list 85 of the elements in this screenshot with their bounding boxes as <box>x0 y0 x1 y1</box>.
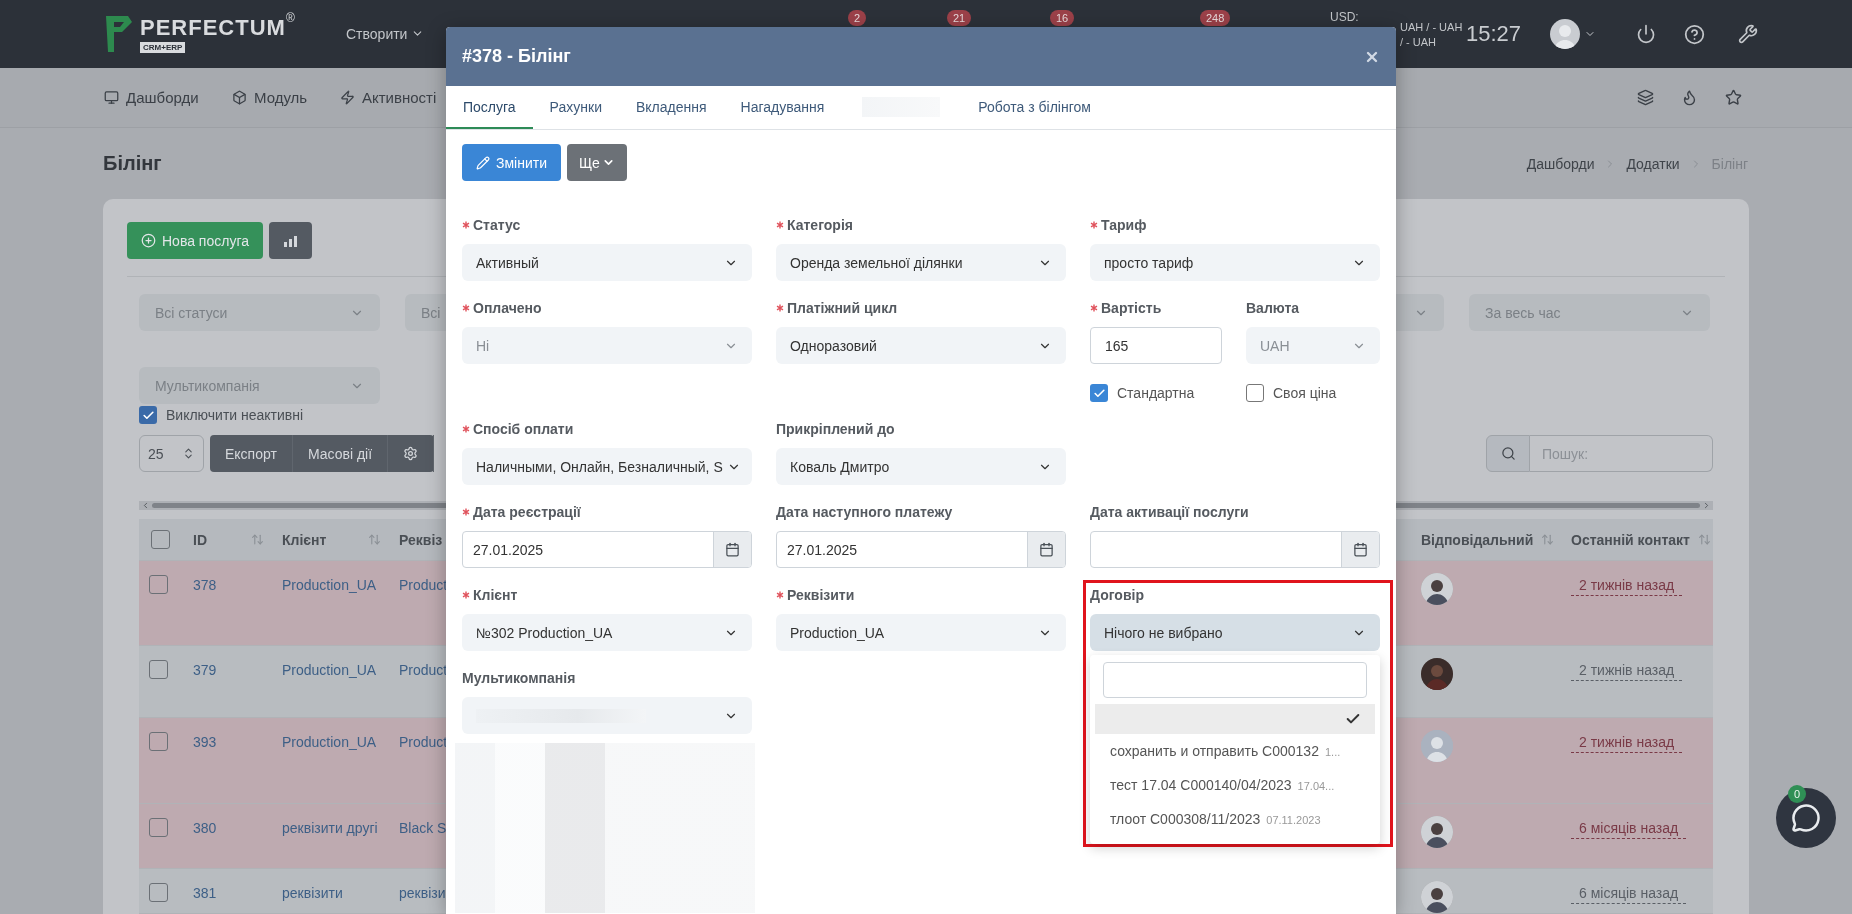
select-field[interactable]: №302 Production_UA <box>462 614 752 651</box>
last-contact-link[interactable]: 6 місяців назад <box>1571 883 1687 904</box>
table-cell-text: Product <box>399 733 448 752</box>
table-cell-text: Product <box>399 576 448 595</box>
page-size-select[interactable]: 25 <box>139 435 204 472</box>
logo-text: PERFECTUM <box>140 15 286 41</box>
select-field[interactable]: просто тариф <box>1090 244 1380 281</box>
dropdown-option[interactable]: тлоот С000308/11/2023 07.11.2023 <box>1095 802 1375 836</box>
field-label: Клієнт <box>462 585 752 605</box>
clock-time: 15:27 <box>1466 20 1523 48</box>
table-cell-text: реквізити другі <box>282 819 378 838</box>
last-contact-link[interactable]: 2 тижнів назад <box>1571 732 1683 753</box>
field-label: Валюта <box>1246 299 1301 318</box>
select-field[interactable]: Наличными, Онлайн, Безналичный, S <box>462 448 752 485</box>
last-contact-link[interactable]: 2 тижнів назад <box>1571 575 1683 596</box>
table-cell-text: Product <box>399 661 448 680</box>
select-field[interactable]: Оренда земельної ділянки <box>776 244 1066 281</box>
tab[interactable]: Нагадування <box>723 86 842 129</box>
field-label: Реквізити <box>776 585 1066 605</box>
dropdown-option[interactable]: тест 17.04 С000140/04/2023 17.04... <box>1095 768 1375 802</box>
currency-label: USD: <box>1330 10 1360 25</box>
table-cell-text: 393 <box>193 733 217 752</box>
field-label: Дата реєстрації <box>462 502 752 522</box>
table-cell-text: Production_UA <box>282 576 377 595</box>
field-label: Дата активації послуги <box>1090 503 1250 522</box>
field-label: Оплачено <box>462 298 752 318</box>
field-label: Категорія <box>776 215 1066 235</box>
notification-badge: 16 <box>1050 10 1075 26</box>
table-cell-text: 378 <box>193 576 217 595</box>
nav-item[interactable]: Дашборди <box>104 89 232 106</box>
currency-rate: UAH / - UAH <box>1400 20 1464 35</box>
notification-badge: 2 <box>848 10 867 26</box>
field-label: Платіжний цикл <box>776 298 1066 318</box>
currency-rate: / - UAH <box>1400 35 1438 50</box>
field-label: Статус <box>462 215 752 235</box>
page-title: Білінг <box>103 152 162 175</box>
select-field[interactable]: Нічого не вибрано <box>1090 614 1380 651</box>
create-menu[interactable]: Створити <box>346 25 848 43</box>
tab[interactable]: Рахунки <box>532 86 619 129</box>
breadcrumb-link[interactable]: Додатки <box>1626 155 1680 172</box>
select-field[interactable]: Одноразовий <box>776 327 1066 364</box>
field-label: Тариф <box>1090 215 1380 235</box>
select-field[interactable]: Коваль Дмитро <box>776 448 1066 485</box>
field-label: Вартість <box>1090 298 1222 318</box>
table-cell-text: Production_UA <box>282 733 377 752</box>
breadcrumb-link[interactable]: Дашборди <box>1526 155 1595 172</box>
field-label: Договір <box>1090 586 1145 605</box>
select-field[interactable]: Production_UA <box>776 614 1066 651</box>
field-label: Мультикомпанія <box>462 669 577 688</box>
logo-subtitle: CRM+ERP <box>140 42 186 53</box>
checkbox-label[interactable]: Стандартна <box>1090 384 1222 402</box>
notification-badge: 21 <box>947 10 972 26</box>
date-field[interactable]: 27.01.2025 <box>462 531 752 568</box>
last-contact-link[interactable]: 6 місяців назад <box>1571 818 1687 839</box>
input-field[interactable]: 165 <box>1090 327 1222 364</box>
tab[interactable]: Робота з білінгом <box>961 86 1108 129</box>
table-cell-text: реквізи <box>399 884 446 903</box>
table-cell-text: 380 <box>193 819 217 838</box>
field-label: Дата наступного платежу <box>776 503 954 522</box>
notification-badge: 248 <box>1200 10 1231 26</box>
select-field[interactable]: Активный <box>462 244 752 281</box>
toolbar-button[interactable]: Масові дії <box>292 435 389 472</box>
chat-badge: 0 <box>1788 785 1806 803</box>
nav-item[interactable]: Модуль <box>232 89 340 106</box>
tab[interactable]: Вкладення <box>618 86 724 129</box>
tab[interactable]: Послуга <box>446 86 533 129</box>
dropdown-option[interactable]: сохранить и отправить С000132 1... <box>1095 734 1375 768</box>
more-button[interactable]: Ще <box>567 144 627 181</box>
table-cell-text: реквізити <box>282 884 343 903</box>
table-cell-text: 379 <box>193 661 217 680</box>
new-service-button[interactable]: Нова послуга <box>127 222 263 259</box>
column-header[interactable]: ID <box>183 519 272 560</box>
last-contact-link[interactable]: 2 тижнів назад <box>1571 660 1683 681</box>
table-cell-text: Production_UA <box>282 661 377 680</box>
column-header[interactable]: Відповідальний <box>1411 519 1561 560</box>
toolbar-button[interactable]: Експорт <box>210 435 293 472</box>
column-header[interactable]: Останній контакт <box>1561 519 1713 560</box>
table-cell-text: Black S <box>399 819 447 838</box>
modal-title: #378 - Білінг <box>462 46 571 67</box>
column-header[interactable]: Клієнт <box>272 519 389 560</box>
table-cell-text: 381 <box>193 884 217 903</box>
date-field[interactable]: 27.01.2025 <box>776 531 1066 568</box>
checkbox-label[interactable]: Своя ціна <box>1246 384 1380 402</box>
edit-button[interactable]: Змінити <box>462 144 561 181</box>
registered-mark: ® <box>285 11 295 25</box>
